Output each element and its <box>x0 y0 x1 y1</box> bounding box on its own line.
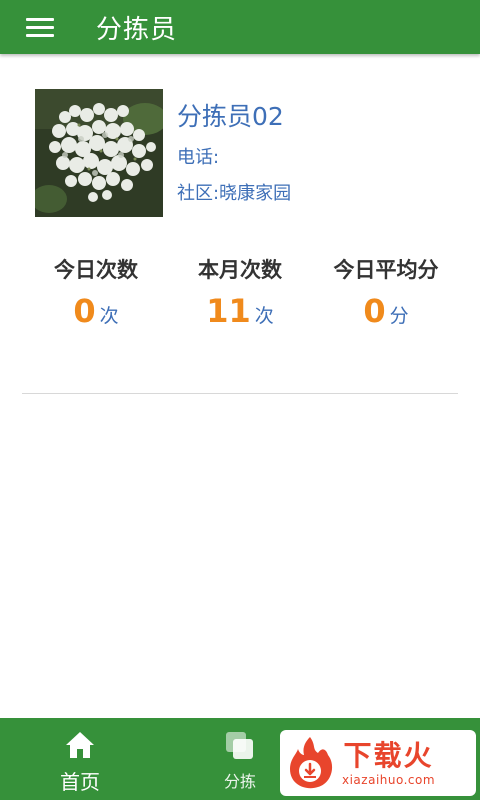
layers-icon <box>226 732 253 759</box>
hamburger-menu-icon[interactable] <box>26 10 60 44</box>
stat-today-average: 今日平均分 0分 <box>306 254 466 330</box>
stat-unit: 分 <box>389 305 409 327</box>
nav-label: 首页 <box>60 770 100 794</box>
stat-value: 0 <box>73 292 96 330</box>
community-value: 晓康家园 <box>219 183 292 204</box>
flame-logo-icon <box>290 737 333 789</box>
watermark-title: 下载火 <box>343 739 434 772</box>
stat-month-count: 本月次数 11 次 <box>160 254 320 330</box>
stat-label: 今日次数 <box>54 258 138 282</box>
lilac-flower-image <box>35 89 163 217</box>
stat-value: 0 <box>363 292 386 330</box>
profile-card: 分拣员02 电话: 社区:晓康家园 <box>35 89 291 217</box>
top-app-bar: 分拣员 <box>0 0 480 54</box>
divider <box>22 393 458 394</box>
avatar <box>35 89 163 217</box>
stat-label: 本月次数 <box>198 258 282 282</box>
profile-info: 分拣员02 电话: 社区:晓康家园 <box>177 89 291 217</box>
stat-unit: 次 <box>99 305 119 327</box>
stat-label: 今日平均分 <box>333 258 439 282</box>
bottom-navigation: 首页 分拣 下载火 xiazaihuo.com <box>0 718 480 800</box>
page-title: 分拣员 <box>96 14 178 45</box>
home-icon <box>66 732 94 758</box>
community-label: 社区: <box>177 183 220 204</box>
stat-today-count: 今日次数 0次 <box>16 254 176 330</box>
watermark-url: xiazaihuo.com <box>342 773 436 787</box>
watermark-badge: 下载火 xiazaihuo.com <box>280 730 476 796</box>
community-row: 社区:晓康家园 <box>177 179 291 205</box>
stat-unit: 次 <box>254 305 274 327</box>
user-name: 分拣员02 <box>177 102 284 131</box>
app-screen: 分拣员 分拣员02 电话: 社区:晓康家园 今日次数 0 次 本月次数 11 次… <box>0 0 480 800</box>
stats-row: 今日次数 0次 本月次数 11 次 今日平均分 0分 <box>0 254 480 344</box>
stat-value: 11 <box>206 292 251 330</box>
nav-label: 分拣 <box>223 772 256 791</box>
nav-item-home[interactable]: 首页 <box>30 730 130 795</box>
nav-item-sort[interactable]: 分拣 <box>190 730 290 792</box>
phone-label: 电话: <box>177 147 220 168</box>
phone-row: 电话: <box>177 143 291 169</box>
